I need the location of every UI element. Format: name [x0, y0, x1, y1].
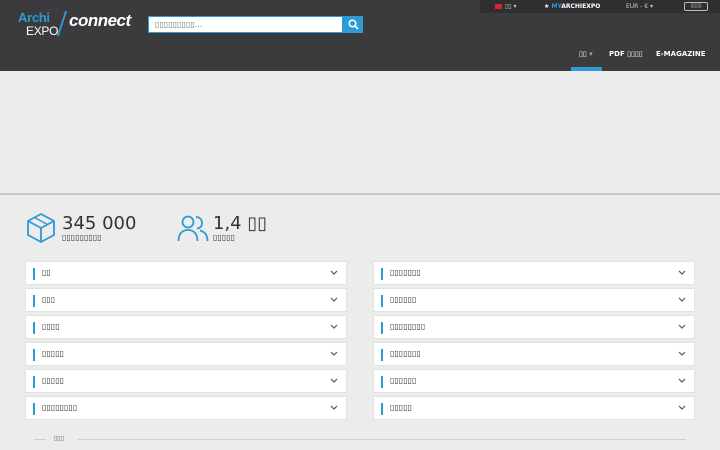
logo-expo-text: EXPO — [26, 24, 59, 38]
category-label: ▯▯▯▯▯▯▯ — [390, 268, 421, 277]
chevron-down-icon — [330, 378, 338, 383]
category-accent-bar — [381, 295, 383, 307]
category-accent-bar — [381, 349, 383, 361]
category-item[interactable]: ▯▯ — [25, 261, 347, 285]
category-item[interactable]: ▯▯▯▯▯▯ — [373, 369, 695, 393]
currency-label: EUR - € — [626, 3, 649, 10]
myarchiexpo-link[interactable]: ★ MYARCHIEXPO — [544, 3, 600, 10]
chevron-down-icon — [330, 297, 338, 302]
nav-products-label: ▯▯ — [579, 50, 587, 58]
category-item[interactable]: ▯▯▯▯▯ — [25, 369, 347, 393]
category-item[interactable]: ▯▯▯ — [25, 288, 347, 312]
category-accent-bar — [33, 322, 35, 334]
category-label: ▯▯▯▯▯ — [42, 376, 65, 385]
category-label: ▯▯▯ — [42, 295, 56, 304]
section-heading: ▯▯▯ — [54, 435, 64, 442]
products-count: 345 000 — [62, 213, 137, 234]
category-label: ▯▯▯▯▯▯▯▯ — [42, 403, 78, 412]
category-accent-bar — [381, 376, 383, 388]
chevron-down-icon: ▾ — [513, 3, 517, 10]
chevron-down-icon — [678, 405, 686, 410]
category-accent-bar — [33, 376, 35, 388]
login-button[interactable]: ▯▯▯▯ — [684, 2, 708, 11]
category-accent-bar — [381, 403, 383, 415]
category-accent-bar — [33, 349, 35, 361]
category-item[interactable]: ▯▯▯▯▯▯▯▯ — [373, 315, 695, 339]
logo-slash — [56, 11, 68, 36]
flag-icon — [495, 4, 502, 9]
myarchi-rest-text: ARCHIEXPO — [561, 3, 601, 10]
language-label: ▯▯ — [505, 3, 512, 10]
category-label: ▯▯▯▯▯▯▯ — [390, 349, 421, 358]
category-accent-bar — [381, 268, 383, 280]
chevron-down-icon — [330, 405, 338, 410]
chevron-down-icon — [678, 378, 686, 383]
category-accent-bar — [381, 322, 383, 334]
box-icon — [27, 213, 55, 243]
category-item[interactable]: ▯▯▯▯▯ — [373, 396, 695, 420]
category-label: ▯▯ — [42, 268, 51, 277]
chevron-down-icon — [330, 270, 338, 275]
chevron-down-icon: ▾ — [589, 50, 593, 58]
category-item[interactable]: ▯▯▯▯▯▯▯ — [373, 342, 695, 366]
products-count-label: ▯▯▯▯▯▯▯▯▯ — [62, 233, 102, 242]
category-label: ▯▯▯▯▯ — [390, 403, 413, 412]
chevron-down-icon — [330, 351, 338, 356]
category-label: ▯▯▯▯ — [42, 322, 60, 331]
archiexpo-connect-logo[interactable]: Archi EXPO connect — [18, 10, 133, 40]
category-accent-bar — [33, 295, 35, 307]
chevron-down-icon — [678, 270, 686, 275]
category-item[interactable]: ▯▯▯▯▯▯▯▯ — [25, 396, 347, 420]
logo-archi-text: Archi — [18, 10, 50, 25]
site-header: Archi EXPO connect ▯▯ ▾ ★ MYARCHIEXPO EU… — [0, 0, 720, 71]
category-item[interactable]: ▯▯▯▯▯ — [25, 342, 347, 366]
section-divider-right — [78, 439, 686, 440]
category-accent-bar — [33, 403, 35, 415]
category-label: ▯▯▯▯▯▯ — [390, 295, 417, 304]
chevron-down-icon — [330, 324, 338, 329]
category-item[interactable]: ▯▯▯▯▯▯▯ — [373, 261, 695, 285]
visitors-count: 1,4 ▯▯ — [213, 213, 268, 234]
category-label: ▯▯▯▯▯▯▯▯ — [390, 322, 426, 331]
chevron-down-icon — [678, 351, 686, 356]
nav-item-products[interactable]: ▯▯ ▾ — [579, 50, 593, 58]
logo-connect-text: connect — [69, 11, 131, 30]
star-icon: ★ — [544, 3, 550, 10]
chevron-down-icon — [678, 324, 686, 329]
search-bar — [148, 16, 363, 33]
visitors-count-label: ▯▯▯▯▯ — [213, 233, 236, 242]
language-selector[interactable]: ▯▯ ▾ — [495, 3, 517, 10]
search-button[interactable] — [343, 16, 363, 33]
ad-banner-area — [0, 71, 720, 195]
chevron-down-icon: ▾ — [650, 3, 654, 10]
chevron-down-icon — [678, 297, 686, 302]
category-item[interactable]: ▯▯▯▯ — [25, 315, 347, 339]
myarchi-my-text: MY — [551, 3, 562, 10]
currency-selector[interactable]: EUR - € ▾ — [626, 3, 653, 10]
nav-item-pdf-catalogs[interactable]: PDF ▯▯▯▯ — [609, 50, 643, 58]
category-label: ▯▯▯▯▯ — [42, 349, 65, 358]
nav-item-e-magazine[interactable]: E-MAGAZINE — [656, 50, 706, 58]
search-input[interactable] — [148, 16, 343, 33]
users-icon — [177, 215, 209, 242]
category-label: ▯▯▯▯▯▯ — [390, 376, 417, 385]
category-item[interactable]: ▯▯▯▯▯▯ — [373, 288, 695, 312]
section-divider-left — [34, 439, 46, 440]
category-accent-bar — [33, 268, 35, 280]
search-icon — [348, 19, 359, 30]
